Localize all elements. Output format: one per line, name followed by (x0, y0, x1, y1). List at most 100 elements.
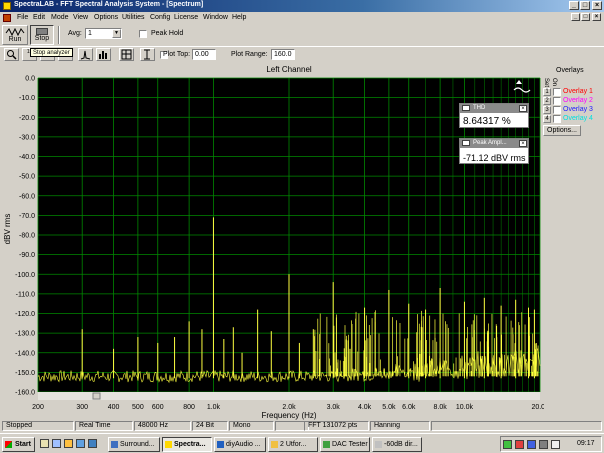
child-minimize-button[interactable]: _ (571, 13, 580, 21)
status-empty (431, 421, 602, 431)
thd-header: THD × (460, 104, 528, 113)
y-tick-label: -110.0 (16, 291, 35, 298)
menu-edit[interactable]: Edit (33, 14, 45, 21)
stop-label: Stop (34, 35, 50, 42)
close-icon[interactable]: × (519, 140, 527, 147)
bars-button[interactable] (96, 48, 111, 61)
quicklaunch-icon-4[interactable] (76, 439, 85, 448)
task-spectralab[interactable]: Spectra... (162, 437, 212, 452)
tray-icon-2[interactable] (515, 440, 524, 449)
x-tick-label: 600 (152, 404, 164, 411)
task-diyaudio[interactable]: diyAudio ... (214, 437, 266, 452)
overlay-checkbox-4[interactable] (553, 115, 561, 123)
doc-icon[interactable] (3, 14, 11, 22)
tray-icon-1[interactable] (503, 440, 512, 449)
close-button[interactable]: × (592, 1, 602, 10)
quicklaunch-icon-2[interactable] (52, 439, 61, 448)
speaker-icon[interactable] (551, 440, 560, 449)
scrollbar-thumb[interactable] (92, 392, 101, 400)
x-tick-label: 3.0k (327, 404, 341, 411)
close-icon[interactable]: × (519, 105, 527, 112)
stop-button[interactable]: Stop (30, 25, 54, 45)
stop-icon (36, 28, 48, 35)
x-tick-label: 800 (183, 404, 195, 411)
waveform-icon (5, 27, 25, 36)
overlay-set-button-2[interactable]: 2 (543, 97, 551, 105)
plot-top-label: Plot Top: (163, 51, 191, 58)
run-label: Run (8, 36, 22, 43)
x-tick-label: 200 (32, 404, 44, 411)
child-close-button[interactable]: × (592, 13, 601, 21)
quicklaunch-icon-3[interactable] (64, 439, 73, 448)
menu-view[interactable]: View (73, 14, 88, 21)
chevron-down-icon[interactable]: ▼ (112, 29, 121, 38)
y-tick-label: -70.0 (19, 213, 35, 220)
plot-scrollbar[interactable] (38, 392, 540, 400)
cursor-button[interactable] (140, 48, 155, 61)
window-title: SpectraLAB - FFT Spectral Analysis Syste… (14, 1, 204, 8)
plot-top-input[interactable]: 0.00 (192, 49, 216, 60)
title-bar: SpectraLAB - FFT Spectral Analysis Syste… (0, 0, 604, 12)
overlay-checkbox-3[interactable] (553, 106, 561, 114)
spectrum-icon (80, 50, 91, 60)
menu-window[interactable]: Window (203, 14, 228, 21)
status-rate: 48000 Hz (134, 421, 191, 431)
peak-header: Peak Ampl... × (460, 139, 528, 148)
maximize-button[interactable]: □ (580, 1, 590, 10)
toolbar-divider (58, 26, 60, 44)
readout-icon (462, 140, 470, 146)
chart-title: Left Channel (266, 65, 312, 74)
menu-utilities[interactable]: Utilities (122, 14, 145, 21)
y-tick-label: -10.0 (19, 95, 35, 102)
menu-help[interactable]: Help (232, 14, 246, 21)
y-tick-label: -50.0 (19, 174, 35, 181)
task-utfor[interactable]: 2 Utfor... (268, 437, 318, 452)
menu-file[interactable]: File (17, 14, 28, 21)
grid-button[interactable] (119, 48, 134, 61)
y-tick-label: -60.0 (19, 193, 35, 200)
plot-range-input[interactable]: 160.0 (271, 49, 295, 60)
start-button[interactable]: Start (2, 437, 35, 452)
task-surround[interactable]: Surround... (108, 437, 160, 452)
overlay-set-button-4[interactable]: 4 (543, 115, 551, 123)
y-tick-label: -160.0 (15, 390, 35, 397)
y-tick-label: -20.0 (19, 115, 35, 122)
avg-value: 1 (88, 30, 92, 37)
task-dac-tester[interactable]: DAC Tester (320, 437, 370, 452)
quicklaunch-icon-5[interactable] (88, 439, 97, 448)
menu-license[interactable]: License (174, 14, 198, 21)
menu-mode[interactable]: Mode (51, 14, 69, 21)
overlay-checkbox-2[interactable] (553, 97, 561, 105)
y-tick-label: 0.0 (25, 76, 35, 83)
overlay-set-button-3[interactable]: 3 (543, 106, 551, 114)
avg-select[interactable]: 1 ▼ (85, 28, 122, 39)
app-icon (323, 441, 330, 448)
status-mode: Real Time (75, 421, 133, 431)
child-restore-button[interactable]: □ (581, 13, 590, 21)
thd-value: 8.64317 % (463, 116, 511, 127)
task-60db[interactable]: -60dB dir... (372, 437, 422, 452)
overlay-checkbox-1[interactable] (553, 88, 561, 96)
run-button[interactable]: Run (2, 25, 28, 45)
spectrum-button[interactable] (78, 48, 93, 61)
thd-readout[interactable]: THD × 8.64317 % (459, 103, 529, 128)
y-axis-label: dBV rms (3, 214, 12, 245)
peak-amplitude-readout[interactable]: Peak Ampl... × -71.12 dBV rms (459, 138, 529, 164)
menu-config[interactable]: Config (150, 14, 170, 21)
y-tick-label: -90.0 (19, 252, 35, 259)
peak-hold-checkbox[interactable] (139, 30, 147, 38)
menu-options[interactable]: Options (94, 14, 118, 21)
y-tick-label: -150.0 (15, 370, 35, 377)
peak-hold-label: Peak Hold (151, 30, 184, 37)
overlay-options-button[interactable]: Options... (543, 125, 581, 136)
y-tick-label: -30.0 (19, 134, 35, 141)
quicklaunch-icon-1[interactable] (40, 439, 49, 448)
tray-icon-3[interactable] (527, 440, 536, 449)
x-tick-label: 5.0k (382, 404, 396, 411)
bars-icon (99, 51, 107, 59)
minimize-button[interactable]: _ (569, 1, 579, 10)
zoom-button[interactable] (4, 48, 19, 61)
overlays-title: Overlays (556, 67, 584, 74)
overlay-set-button-1[interactable]: 1 (543, 88, 551, 96)
tray-icon-4[interactable] (539, 440, 548, 449)
